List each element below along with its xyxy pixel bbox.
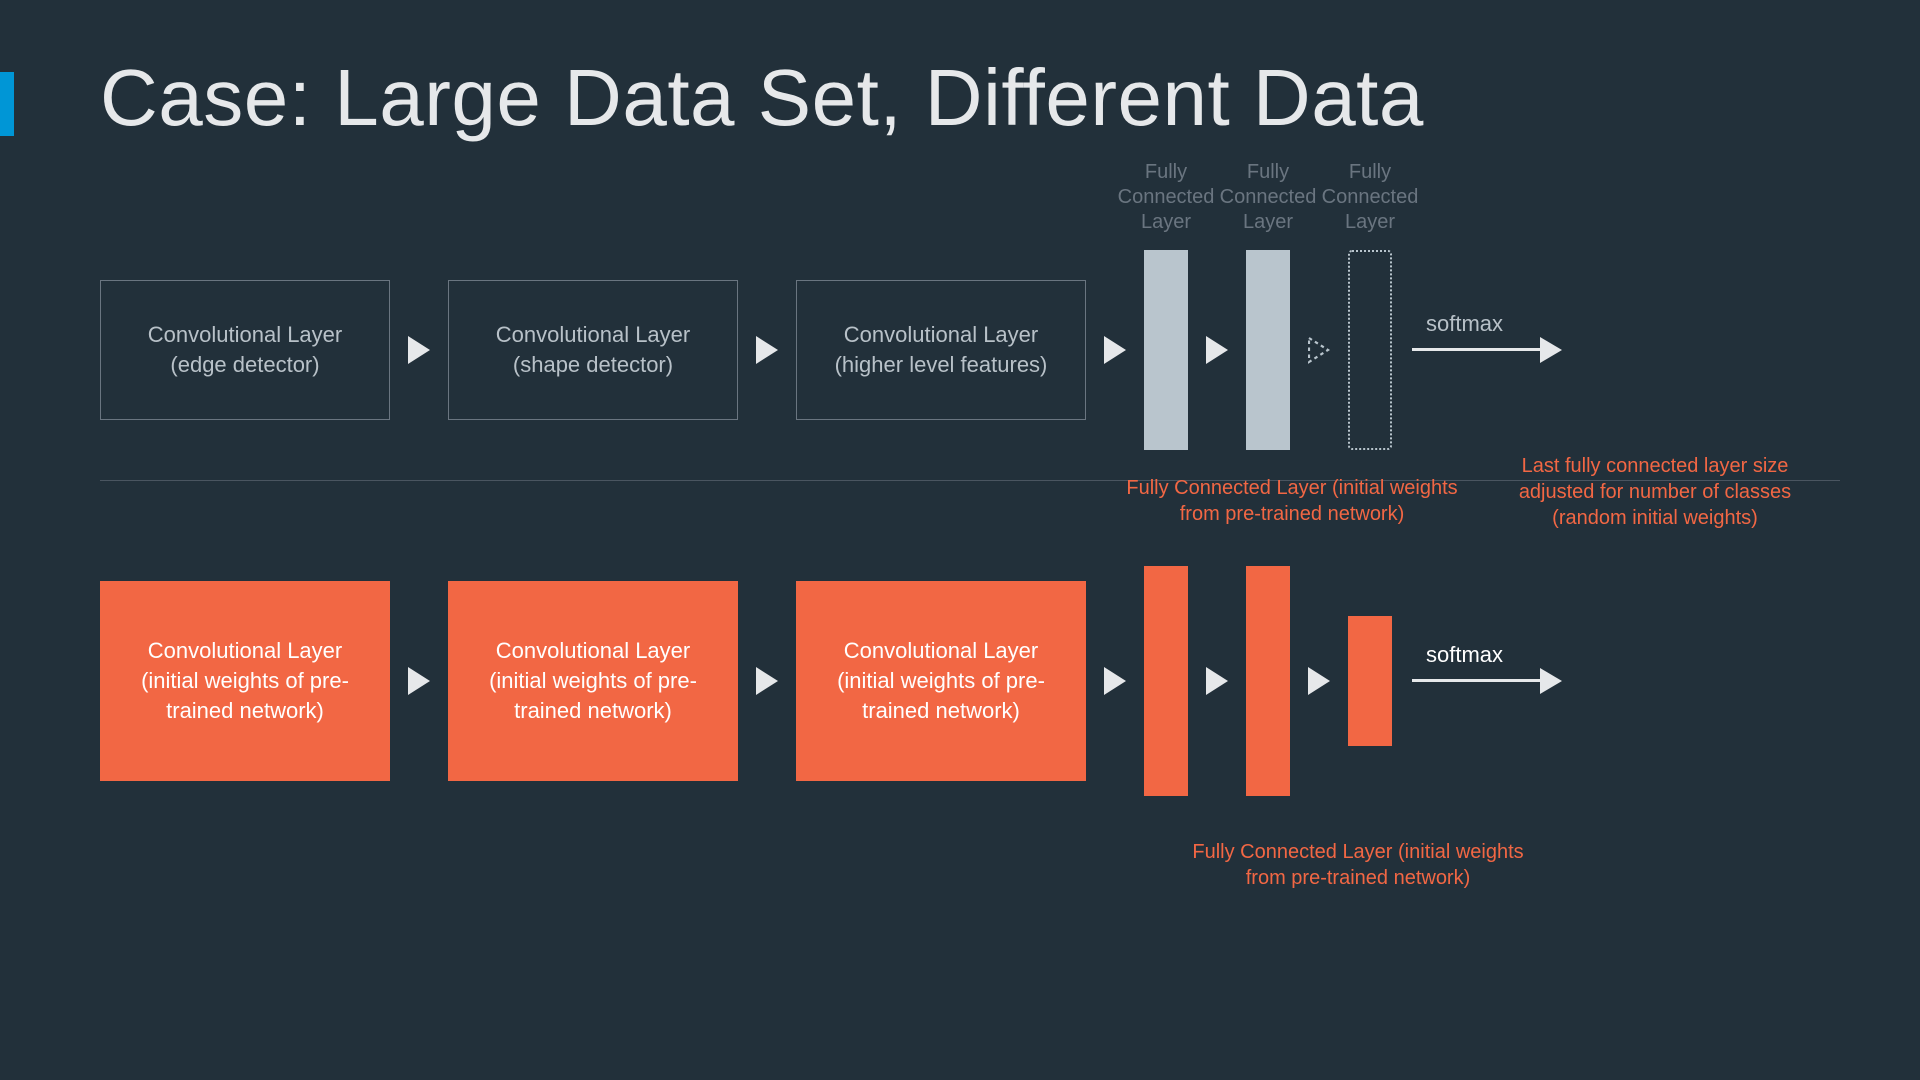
row-pretrained: Convolutional Layer (edge detector) Conv…: [100, 220, 1840, 480]
fc-layer-2: Fully Connected Layer: [1246, 220, 1290, 480]
fc-bar-orange-2: [1246, 566, 1290, 796]
fc-bar-orange-3: [1348, 616, 1392, 746]
fc-layer-3-replaced: Fully Connected Layer: [1348, 220, 1392, 480]
fc-layer-1: Fully Connected Layer: [1144, 220, 1188, 480]
conv-layer-shape: Convolutional Layer (shape detector): [448, 280, 738, 420]
arrow-icon: [1206, 667, 1228, 695]
page-title: Case: Large Data Set, Different Data: [100, 52, 1424, 144]
conv-layer-edge: Convolutional Layer (edge detector): [100, 280, 390, 420]
arrow-icon: [1206, 336, 1228, 364]
softmax-arrow: softmax: [1412, 670, 1562, 692]
conv-layer-init-3: Convolutional Layer (initial weights of …: [796, 581, 1086, 781]
softmax-label: softmax: [1426, 311, 1503, 337]
fc3-annotation: Last fully connected layer size adjusted…: [1515, 453, 1795, 531]
accent-bar: [0, 72, 14, 136]
fc-bar: [1246, 250, 1290, 450]
softmax-arrow: softmax: [1412, 339, 1562, 361]
arrow-icon: [756, 667, 778, 695]
row-finetuned: Fully Connected Layer (initial weights f…: [100, 521, 1840, 841]
arrow-icon: [1104, 667, 1126, 695]
fc2-annotation: Fully Connected Layer (initial weights f…: [1178, 839, 1538, 891]
arrow-dotted-icon: [1308, 336, 1330, 364]
softmax-label: softmax: [1426, 642, 1503, 668]
fc-bar: [1144, 250, 1188, 450]
architecture-diagram: Convolutional Layer (edge detector) Conv…: [100, 220, 1840, 841]
long-arrow-icon: [1412, 670, 1562, 692]
arrow-icon: [408, 336, 430, 364]
fc-bar-orange-1: [1144, 566, 1188, 796]
arrow-icon: [756, 336, 778, 364]
conv-layer-higher: Convolutional Layer (higher level featur…: [796, 280, 1086, 420]
fc-bar-dotted: [1348, 250, 1392, 450]
conv-layer-init-2: Convolutional Layer (initial weights of …: [448, 581, 738, 781]
arrow-icon: [1104, 336, 1126, 364]
long-arrow-icon: [1412, 339, 1562, 361]
arrow-icon: [1308, 667, 1330, 695]
fc-label: Fully Connected Layer: [1300, 160, 1440, 235]
fc1-annotation: Fully Connected Layer (initial weights f…: [1122, 475, 1462, 527]
arrow-icon: [408, 667, 430, 695]
conv-layer-init-1: Convolutional Layer (initial weights of …: [100, 581, 390, 781]
